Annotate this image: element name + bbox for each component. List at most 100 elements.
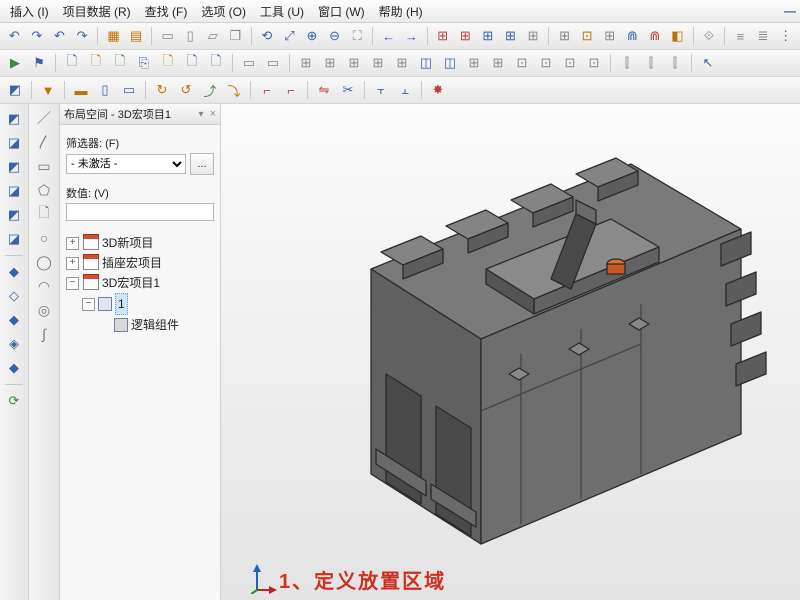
rail2-icon[interactable]: ⫿ <box>640 52 662 74</box>
ellipse-icon[interactable]: ◯ <box>33 252 55 272</box>
mirror-icon[interactable]: ⇋ <box>313 79 335 101</box>
box2-icon[interactable]: ▭ <box>262 52 284 74</box>
prim4-icon[interactable]: ◈ <box>3 333 25 355</box>
menu-options[interactable]: 选项 (O) <box>195 1 252 22</box>
arc-icon[interactable]: ◠ <box>33 276 55 296</box>
refresh-icon[interactable]: ⟲ <box>257 25 278 47</box>
new-doc-icon[interactable]: 🗋 <box>61 52 83 74</box>
window-cascade-icon[interactable]: ❐ <box>225 25 246 47</box>
opt1-icon[interactable]: ≡ <box>730 25 751 47</box>
snap-ortho-icon[interactable]: ⊞ <box>599 25 620 47</box>
zoom-fit-icon[interactable]: ⛶ <box>347 25 368 47</box>
tree-node-socket-macro[interactable]: +插座宏项目 <box>66 253 214 273</box>
spline-icon[interactable]: ∫ <box>33 324 55 344</box>
ring-icon[interactable]: ◎ <box>33 300 55 320</box>
comp12-icon[interactable]: ⊡ <box>559 52 581 74</box>
filter-browse-button[interactable]: ... <box>190 153 214 175</box>
refresh2-icon[interactable]: ⟳ <box>3 390 25 412</box>
menu-find[interactable]: 查找 (F) <box>139 1 194 22</box>
cube1-icon[interactable]: ◩ <box>3 108 25 130</box>
rail1-icon[interactable]: ⫿ <box>616 52 638 74</box>
zoom-out-icon[interactable]: ⊖ <box>324 25 345 47</box>
grid-e-icon[interactable]: ⊞ <box>523 25 544 47</box>
comp1-icon[interactable]: ⊞ <box>295 52 317 74</box>
cube4-icon[interactable]: ◪ <box>3 180 25 202</box>
tree-node-new-project[interactable]: +3D新项目 <box>66 233 214 253</box>
opt3-icon[interactable]: ⋮ <box>775 25 796 47</box>
tree-node-logic-component[interactable]: 逻辑组件 <box>66 315 214 335</box>
rot1-icon[interactable]: ↻ <box>151 79 173 101</box>
rot4-icon[interactable]: ⤵ <box>223 79 245 101</box>
minimize-icon[interactable]: — <box>784 4 796 18</box>
window-tile-icon[interactable]: ▯ <box>180 25 201 47</box>
close-panel-icon[interactable]: × <box>210 108 216 120</box>
align2-icon[interactable]: ⫠ <box>394 79 416 101</box>
snap-end-icon[interactable]: ◧ <box>667 25 688 47</box>
axis2-icon[interactable]: ⌐ <box>280 79 302 101</box>
rect-icon[interactable]: ▭ <box>33 156 55 176</box>
doc-copy-icon[interactable]: ⎘ <box>133 52 155 74</box>
magnet-icon[interactable]: ⋒ <box>622 25 643 47</box>
cube5-icon[interactable]: ◩ <box>3 204 25 226</box>
new-doc2-icon[interactable]: 🗋 <box>85 52 107 74</box>
grid-b-icon[interactable]: ⊞ <box>455 25 476 47</box>
filter-select[interactable]: - 未激活 - <box>66 154 186 174</box>
box1-icon[interactable]: ▭ <box>238 52 260 74</box>
doc-import-icon[interactable]: 🗋 <box>205 52 227 74</box>
menu-insert[interactable]: 插入 (I) <box>4 1 55 22</box>
snap-grid-icon[interactable]: ⊞ <box>554 25 575 47</box>
grid-a-icon[interactable]: ⊞ <box>432 25 453 47</box>
comp2-icon[interactable]: ⊞ <box>319 52 341 74</box>
window-stack-icon[interactable]: ▱ <box>202 25 223 47</box>
face1-icon[interactable]: ▬ <box>70 79 92 101</box>
zoom-window-icon[interactable]: ⤢ <box>279 25 300 47</box>
tree-node-1[interactable]: −1 <box>66 293 214 315</box>
face3-icon[interactable]: ▭ <box>118 79 140 101</box>
comp11-icon[interactable]: ⊡ <box>535 52 557 74</box>
axis1-icon[interactable]: ⌐ <box>256 79 278 101</box>
prim2-icon[interactable]: ◇ <box>3 285 25 307</box>
tree-node-3d-macro-1[interactable]: −3D宏项目1 <box>66 273 214 293</box>
snap-point-icon[interactable]: ⊡ <box>577 25 598 47</box>
window-icon[interactable]: ▭ <box>157 25 178 47</box>
back-icon[interactable]: ← <box>378 25 399 47</box>
comp8-icon[interactable]: ⊞ <box>463 52 485 74</box>
comp3-icon[interactable]: ⊞ <box>343 52 365 74</box>
clip-icon[interactable]: ✂ <box>337 79 359 101</box>
opt2-icon[interactable]: ≣ <box>753 25 774 47</box>
doc-icon[interactable]: 🗋 <box>33 204 55 224</box>
circle-icon[interactable]: ○ <box>33 228 55 248</box>
zoom-in-icon[interactable]: ⊕ <box>302 25 323 47</box>
cube3-icon[interactable]: ◩ <box>3 156 25 178</box>
rail3-icon[interactable]: ⫿ <box>664 52 686 74</box>
undo-list-icon[interactable]: ↶ <box>49 25 70 47</box>
view3d-icon[interactable]: ◩ <box>4 79 26 101</box>
menu-window[interactable]: 窗口 (W) <box>312 1 371 22</box>
cursor-icon[interactable]: ↖ <box>697 52 719 74</box>
comp9-icon[interactable]: ⊞ <box>487 52 509 74</box>
filter-icon[interactable]: ▼ <box>37 79 59 101</box>
flag-icon[interactable]: ⚑ <box>28 52 50 74</box>
align1-icon[interactable]: ⫟ <box>370 79 392 101</box>
layout-list-icon[interactable]: ▤ <box>126 25 147 47</box>
comp5-icon[interactable]: ⊞ <box>391 52 413 74</box>
comp6-icon[interactable]: ◫ <box>415 52 437 74</box>
polyline-icon[interactable]: 〳 <box>33 132 55 152</box>
magnet2-icon[interactable]: ⋒ <box>645 25 666 47</box>
prim3-icon[interactable]: ◆ <box>3 309 25 331</box>
grid-c-icon[interactable]: ⊞ <box>478 25 499 47</box>
layout-grid-icon[interactable]: ▦ <box>103 25 124 47</box>
doc-export-icon[interactable]: 🗋 <box>181 52 203 74</box>
3d-viewport[interactable]: 1、定义放置区域 <box>221 104 800 600</box>
prim1-icon[interactable]: ◆ <box>3 261 25 283</box>
mark-icon[interactable]: ✸ <box>427 79 449 101</box>
rot2-icon[interactable]: ↺ <box>175 79 197 101</box>
redo-icon[interactable]: ↷ <box>27 25 48 47</box>
redo-list-icon[interactable]: ↷ <box>72 25 93 47</box>
prim5-icon[interactable]: ◆ <box>3 357 25 379</box>
menu-project-data[interactable]: 项目数据 (R) <box>57 1 137 22</box>
menu-help[interactable]: 帮助 (H) <box>373 1 429 22</box>
undo-icon[interactable]: ↶ <box>4 25 25 47</box>
cube2-icon[interactable]: ◪ <box>3 132 25 154</box>
face2-icon[interactable]: ▯ <box>94 79 116 101</box>
